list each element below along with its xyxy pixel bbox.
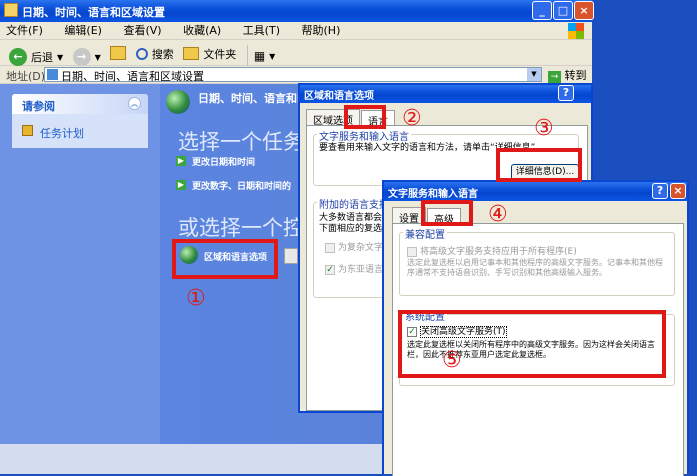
annotation-4: ④ [488,202,508,227]
windows-logo-icon [568,23,584,39]
page-header: 日期、时间、语言和区 [198,92,308,105]
annotation-box-3 [496,148,582,182]
up-folder-button[interactable] [107,42,129,64]
annotation-3: ③ [534,116,554,141]
annotation-5: ⑤ [442,348,462,373]
address-dropdown-icon[interactable]: ▼ [527,68,541,81]
chevron-down-icon: ▼ [269,51,276,61]
apply-all-programs-checkbox[interactable]: 将高级文字服务支持应用于所有程序(E) [407,244,577,257]
pick-icon-heading: 或选择一个控 [178,216,304,240]
annotation-box-4 [421,200,473,226]
folders-icon [183,47,200,60]
close-button[interactable]: × [574,1,594,20]
maximize-button[interactable]: □ [553,1,573,20]
task-scheduler-icon [22,125,33,136]
main-title: 日期、时间、语言和区域设置 [22,6,165,19]
forward-arrow-icon: → [72,48,91,66]
minimize-button[interactable]: _ [532,1,552,20]
checkbox-icon: ✓ [325,264,335,275]
control-panel-icon [47,69,58,80]
menu-bar: 文件(F) 编辑(E) 查看(V) 收藏(A) 工具(T) 帮助(H) [0,22,592,40]
compat-group-title: 兼容配置 [403,226,447,241]
task-change-date-time[interactable]: 更改日期和时间 [192,155,255,168]
compat-desc: 选定此复选框以启用记事本和其他程序的高级文字服务。记事本和其他程序通常不支持语音… [407,258,663,277]
globe-icon [166,90,190,114]
additional-language-group-title: 附加的语言支持 [317,196,391,211]
help-button[interactable]: ? [652,183,668,199]
menu-file[interactable]: 文件(F) [6,22,43,40]
back-button[interactable]: ← 后退 ▼ [6,46,66,68]
complex-script-checkbox[interactable]: 为复杂文字 [325,240,383,253]
region-dialog-title-bar[interactable]: 区域和语言选项 ? [300,85,591,103]
menu-tools[interactable]: 工具(T) [243,22,280,40]
back-arrow-icon: ← [9,48,27,66]
address-label: 地址(D) [6,70,46,83]
main-title-bar[interactable]: 日期、时间、语言和区域设置 _ □ × [0,0,594,22]
address-input[interactable]: 日期、时间、语言和区域设置 ▼ [44,67,542,83]
collapse-icon[interactable]: ︽ [128,97,141,110]
region-dialog-title: 区域和语言选项 [304,91,374,102]
task-change-number-format[interactable]: 更改数字、日期和时间的 [192,179,291,192]
see-also-header[interactable]: 请参阅 ︽ [12,94,148,114]
annotation-box-2 [344,105,386,129]
views-button[interactable]: ▦ ▼ [246,45,279,67]
menu-edit[interactable]: 编辑(E) [64,22,102,40]
text-dialog-title: 文字服务和输入语言 [388,189,478,200]
up-folder-icon [110,46,127,60]
checkbox-icon [407,246,417,257]
sidebar-see-also: 请参阅 ︽ 任务计划 [12,94,148,148]
menu-view[interactable]: 查看(V) [123,22,161,40]
annotation-2: ② [402,106,422,131]
close-button[interactable]: × [670,183,686,199]
folders-button[interactable]: 文件夹 [180,43,239,65]
task-arrow-icon: ▶ [176,156,186,166]
checkbox-icon [325,242,335,253]
chevron-down-icon: ▼ [94,52,101,62]
forward-button[interactable]: → ▼ [70,46,104,68]
go-button[interactable]: → 转到 [548,67,587,84]
additional-language-desc-2: 下面相应的复选框 [319,224,392,234]
menu-favorites[interactable]: 收藏(A) [183,22,221,40]
views-icon: ▦ [253,49,266,63]
address-bar: 地址(D) 日期、时间、语言和区域设置 ▼ → 转到 [0,66,592,84]
address-value: 日期、时间、语言和区域设置 [61,70,204,83]
sidebar-item-task-scheduler[interactable]: 任务计划 [40,125,84,141]
toolbar: ← 后退 ▼ → ▼ 搜索 文件夹 ▦ ▼ [0,40,592,68]
see-also-title: 请参阅 [22,100,55,113]
task-arrow-icon: ▶ [176,180,186,190]
folder-icon [4,3,18,17]
search-icon [135,48,148,60]
date-time-icon[interactable] [284,248,298,264]
annotation-box-1 [172,239,278,279]
help-button[interactable]: ? [558,85,574,101]
search-button[interactable]: 搜索 [133,43,177,65]
annotation-1: ① [186,286,206,311]
chevron-down-icon: ▼ [57,52,64,62]
text-dialog-title-bar[interactable]: 文字服务和输入语言 ? × [384,182,687,201]
annotation-box-5 [398,310,666,378]
east-asian-checkbox[interactable]: ✓ 为东亚语言 [325,262,383,275]
pick-task-heading: 选择一个任务 [178,130,304,154]
menu-help[interactable]: 帮助(H) [302,22,341,40]
